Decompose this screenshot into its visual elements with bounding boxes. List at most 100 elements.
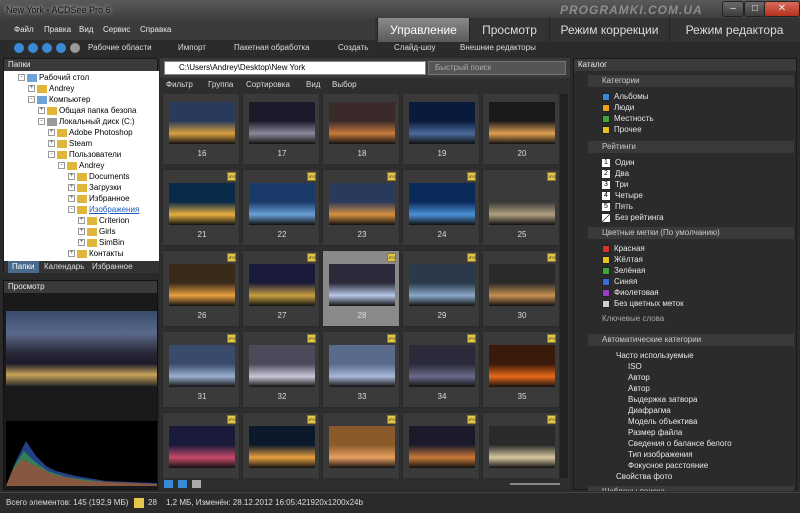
menu-edit[interactable]: Правка bbox=[44, 25, 71, 34]
color-label-item[interactable]: Зелёная bbox=[602, 266, 645, 276]
thumbnail[interactable]: 17 bbox=[242, 94, 320, 165]
category-item[interactable]: Альбомы bbox=[602, 92, 648, 102]
rating-item[interactable]: 3 Три bbox=[602, 180, 628, 190]
minimize-button[interactable]: – bbox=[722, 1, 744, 17]
tree-item[interactable]: - Компьютер bbox=[28, 95, 90, 106]
auto-item[interactable]: Автор bbox=[628, 373, 650, 383]
zoom-slider[interactable] bbox=[510, 483, 560, 485]
refresh-icon[interactable] bbox=[56, 43, 66, 53]
workspaces-menu[interactable]: Рабочие области bbox=[88, 43, 152, 52]
slideshow-menu[interactable]: Слайд-шоу bbox=[394, 43, 435, 52]
thumbnail[interactable]: JPG 29 bbox=[402, 250, 480, 327]
rating-item[interactable]: 2 Два bbox=[602, 169, 629, 179]
thumbnail[interactable]: JPG 34 bbox=[402, 331, 480, 408]
view-icon[interactable] bbox=[178, 480, 187, 488]
auto-item[interactable]: ISO bbox=[628, 362, 642, 372]
color-label-item[interactable]: Синяя bbox=[602, 277, 637, 287]
scrollbar[interactable] bbox=[560, 94, 568, 478]
keywords-header[interactable]: Ключевые слова bbox=[588, 313, 794, 325]
thumbnail[interactable]: 20 bbox=[482, 94, 560, 165]
forward-icon[interactable] bbox=[28, 43, 38, 53]
thumbnail[interactable]: JPG 35 bbox=[482, 331, 560, 408]
tree-item[interactable]: + Контакты bbox=[68, 249, 124, 260]
thumbnail[interactable]: JPG bbox=[162, 412, 240, 478]
home-icon[interactable] bbox=[70, 43, 80, 53]
thumbnail[interactable]: JPG 30 bbox=[482, 250, 560, 327]
category-item[interactable]: Прочее bbox=[602, 125, 642, 135]
menu-file[interactable]: Файл bbox=[14, 25, 34, 34]
thumbnail[interactable]: JPG 27 bbox=[242, 250, 320, 327]
create-menu[interactable]: Создать bbox=[338, 43, 368, 52]
tab-develop[interactable]: Режим коррекции bbox=[549, 18, 669, 42]
color-label-item[interactable]: Фиолетовая bbox=[602, 288, 659, 298]
thumbnail[interactable]: JPG 22 bbox=[242, 169, 320, 246]
tree-item[interactable]: + Adobe Photoshop bbox=[48, 128, 133, 139]
tree-item[interactable]: + Andrey bbox=[28, 84, 74, 95]
ratings-header[interactable]: Рейтинги bbox=[588, 141, 794, 153]
tree-item[interactable]: + Girls bbox=[78, 227, 115, 238]
tree-item[interactable]: - Пользователи bbox=[48, 150, 121, 161]
view-icon[interactable] bbox=[192, 480, 201, 488]
tab-folders[interactable]: Папки bbox=[8, 261, 39, 273]
thumbnail[interactable]: 19 bbox=[402, 94, 480, 165]
thumbnail[interactable]: JPG bbox=[402, 412, 480, 478]
tree-item[interactable]: + SimBin bbox=[78, 238, 124, 249]
rating-item[interactable]: 4 Четыре bbox=[602, 191, 643, 201]
auto-item[interactable]: Диафрагма bbox=[628, 406, 671, 416]
thumbnail[interactable]: JPG 26 bbox=[162, 250, 240, 327]
rating-item[interactable]: 1 Один bbox=[602, 158, 635, 168]
thumbnail[interactable]: JPG 24 bbox=[402, 169, 480, 246]
tree-item[interactable]: + Documents bbox=[68, 172, 129, 183]
thumbnail[interactable]: 16 bbox=[162, 94, 240, 165]
tree-item[interactable]: + Общая папка безопа bbox=[38, 106, 136, 117]
auto-item[interactable]: Выдержка затвора bbox=[628, 395, 697, 405]
thumbnail[interactable]: JPG 28 bbox=[322, 250, 400, 327]
path-field[interactable]: C:\Users\Andrey\Desktop\New York bbox=[164, 61, 426, 75]
auto-footer[interactable]: Свойства фото bbox=[616, 472, 672, 482]
search-templates-header[interactable]: Шаблоны поиска bbox=[588, 486, 794, 491]
tree-item[interactable]: + Загрузки bbox=[68, 183, 121, 194]
thumbnail[interactable]: JPG 21 bbox=[162, 169, 240, 246]
quick-search-input[interactable]: Быстрый поиск bbox=[428, 61, 566, 75]
tree-item[interactable]: - Рабочий стол bbox=[18, 73, 89, 84]
auto-item[interactable]: Автор bbox=[628, 384, 650, 394]
auto-subheader[interactable]: Часто используемые bbox=[616, 351, 694, 361]
rating-item[interactable]: 5 Пять bbox=[602, 202, 633, 212]
tree-item[interactable]: - Andrey bbox=[58, 161, 104, 172]
tree-item[interactable]: + Steam bbox=[48, 139, 92, 150]
auto-item[interactable]: Размер файла bbox=[628, 428, 682, 438]
thumbnail[interactable]: JPG bbox=[322, 412, 400, 478]
maximize-button[interactable]: □ bbox=[744, 1, 766, 17]
up-icon[interactable] bbox=[42, 43, 52, 53]
tab-view[interactable]: Просмотр bbox=[469, 18, 549, 42]
thumbnail[interactable]: JPG 23 bbox=[322, 169, 400, 246]
categories-header[interactable]: Категории bbox=[588, 75, 794, 87]
external-editors-menu[interactable]: Внешние редакторы bbox=[460, 43, 536, 52]
menu-tools[interactable]: Сервис bbox=[103, 25, 130, 34]
thumbnail[interactable]: 18 bbox=[322, 94, 400, 165]
tree-item[interactable]: - Локальный диск (C:) bbox=[38, 117, 135, 128]
thumbnail[interactable]: JPG bbox=[482, 412, 560, 478]
auto-item[interactable]: Модель объектива bbox=[628, 417, 697, 427]
thumbnail[interactable]: JPG bbox=[242, 412, 320, 478]
tab-manage[interactable]: Управление bbox=[377, 18, 469, 42]
rating-item[interactable]: Без рейтинга bbox=[602, 213, 664, 223]
color-label-item[interactable]: Жёлтая bbox=[602, 255, 643, 265]
thumbnail[interactable]: JPG 31 bbox=[162, 331, 240, 408]
thumbnail[interactable]: JPG 25 bbox=[482, 169, 560, 246]
color-labels-header[interactable]: Цветные метки (По умолчанию) bbox=[588, 227, 794, 239]
color-label-item[interactable]: Без цветных меток bbox=[602, 299, 684, 309]
thumbnail[interactable]: JPG 32 bbox=[242, 331, 320, 408]
view-icon[interactable] bbox=[164, 480, 173, 488]
thumbnail[interactable]: JPG 33 bbox=[322, 331, 400, 408]
group-menu[interactable]: Группа bbox=[208, 80, 233, 89]
color-label-item[interactable]: Красная bbox=[602, 244, 645, 254]
category-item[interactable]: Люди bbox=[602, 103, 634, 113]
select-menu[interactable]: Выбор bbox=[332, 80, 357, 89]
filter-menu[interactable]: Фильтр bbox=[166, 80, 193, 89]
back-icon[interactable] bbox=[14, 43, 24, 53]
sort-menu[interactable]: Сортировка bbox=[246, 80, 290, 89]
close-button[interactable]: ✕ bbox=[764, 1, 800, 17]
menu-help[interactable]: Справка bbox=[140, 25, 171, 34]
tab-calendar[interactable]: Календарь bbox=[40, 261, 88, 273]
